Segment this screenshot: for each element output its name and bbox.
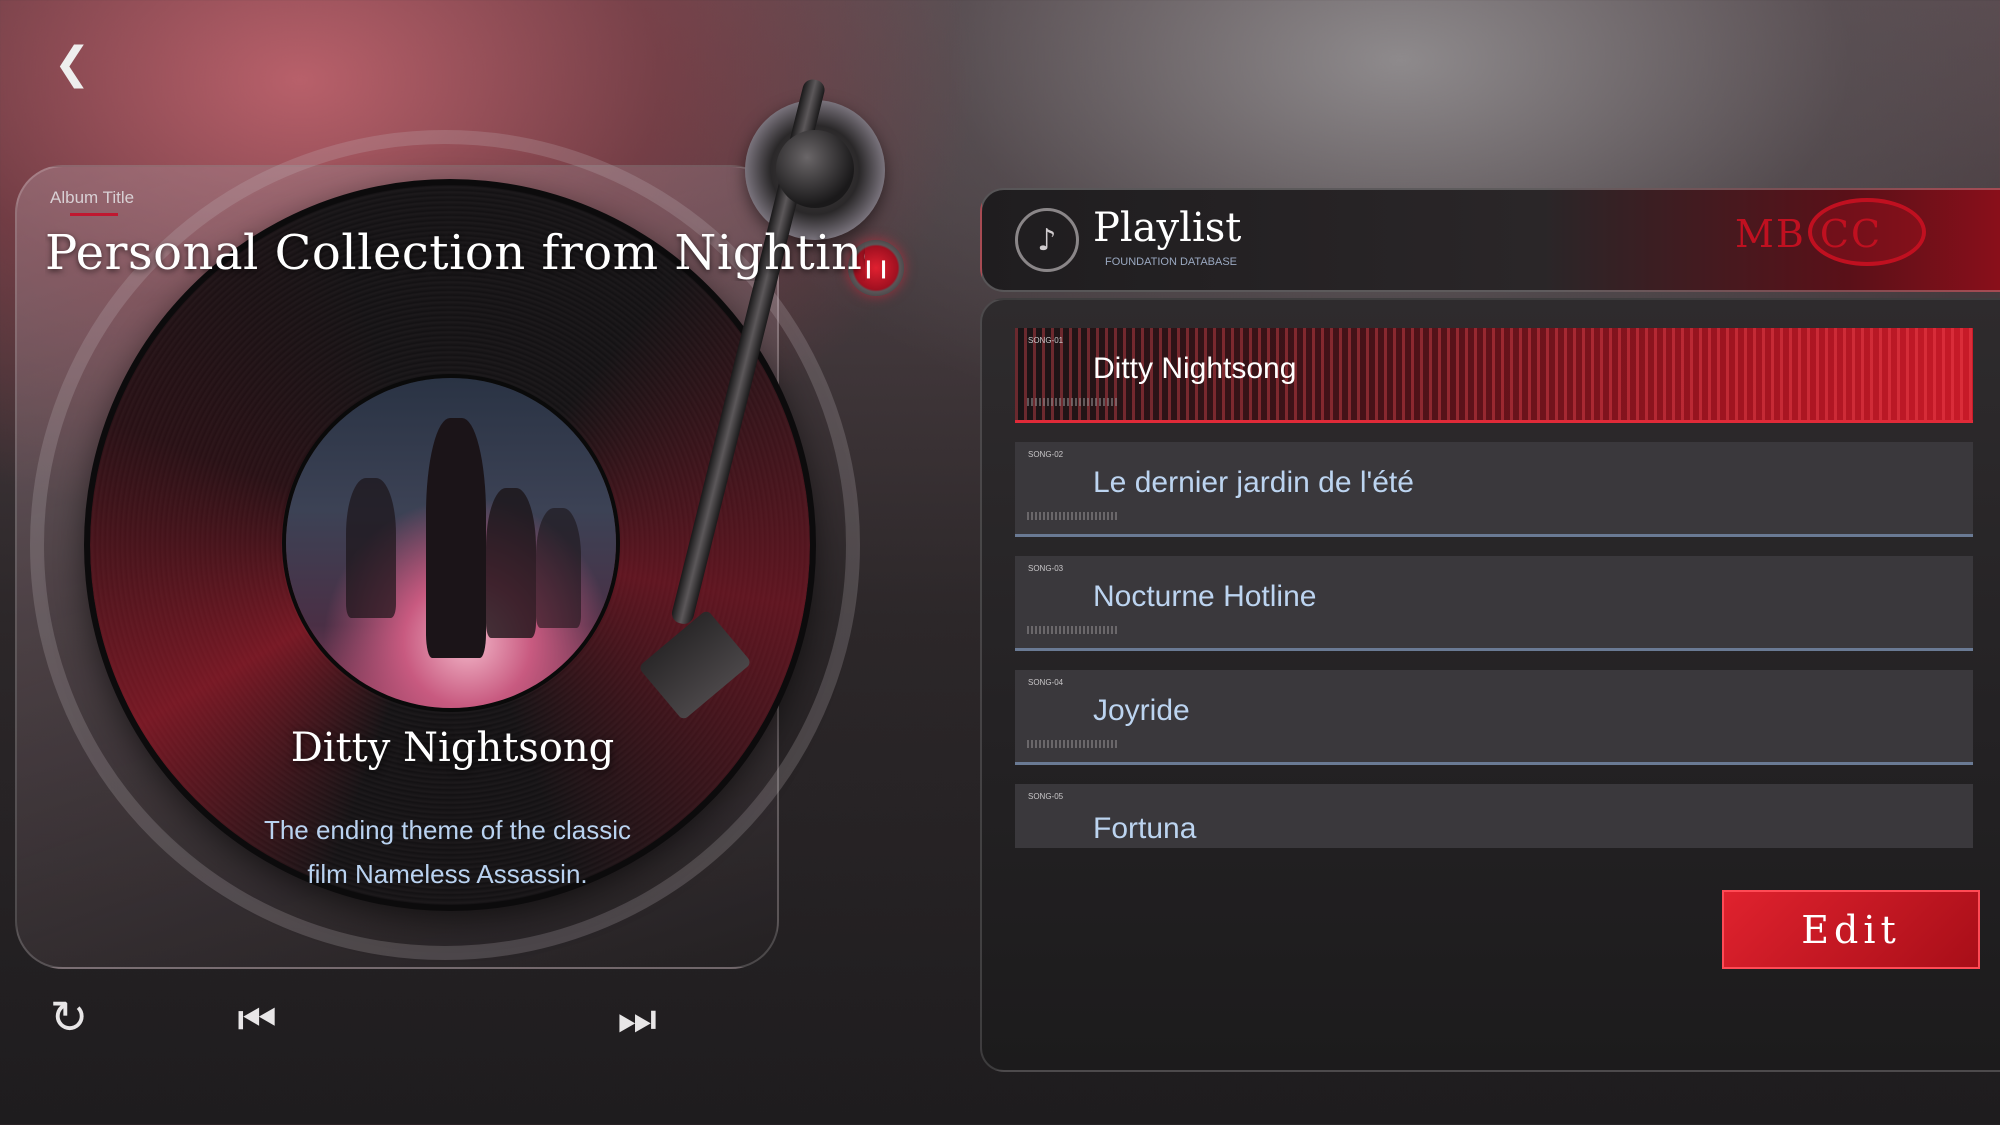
track-title: Ditty Nightsong (1093, 352, 1297, 385)
track-number: SONG-03 (1028, 564, 1064, 573)
track-decoration (1027, 512, 1117, 520)
playlist-title: Playlist (1093, 205, 1242, 251)
track-row[interactable]: SONG-04 Joyride (1015, 670, 1973, 765)
track-number: SONG-04 (1028, 678, 1064, 687)
now-playing-title: Ditty Nightsong (290, 725, 615, 771)
track-decoration (1027, 626, 1117, 634)
mbcc-logo: MB CC (1735, 212, 1883, 256)
track-number: SONG-05 (1028, 792, 1064, 801)
track-title: Fortuna (1093, 812, 1197, 845)
track-row[interactable]: SONG-05 Fortuna (1015, 784, 1973, 848)
music-note-icon: ♪ (1015, 208, 1079, 272)
track-title: Nocturne Hotline (1093, 580, 1317, 613)
now-playing-description: The ending theme of the classic film Nam… (263, 815, 632, 889)
skip-previous-icon: ⏮ (237, 993, 277, 1045)
album-label-underline (70, 213, 118, 216)
album-title: Personal Collection from Nightingale (45, 225, 865, 281)
previous-track-button[interactable]: ⏮ (225, 992, 289, 1046)
audio-wave-icon: ❙❙ (860, 257, 892, 279)
track-row[interactable]: SONG-01 Ditty Nightsong (1015, 328, 1973, 423)
track-number: SONG-02 (1028, 450, 1064, 459)
track-row[interactable]: SONG-02 Le dernier jardin de l'été (1015, 442, 1973, 537)
edit-button[interactable]: Edit (1722, 890, 1980, 969)
track-decoration (1027, 398, 1117, 406)
repeat-icon: ↻ (49, 990, 89, 1044)
track-decoration (1027, 740, 1117, 748)
playlist-subtitle: FOUNDATION DATABASE (1105, 256, 1238, 268)
track-number: SONG-01 (1028, 336, 1064, 345)
next-track-button[interactable]: ⏭ (605, 992, 669, 1046)
track-title: Joyride (1093, 694, 1190, 727)
back-button[interactable]: ❮ (52, 38, 92, 90)
skip-next-icon: ⏭ (617, 993, 657, 1045)
repeat-button[interactable]: ↻ (36, 990, 102, 1044)
album-title-label: Album Title (50, 188, 135, 207)
back-chevron-icon: ❮ (53, 38, 91, 89)
track-title: Le dernier jardin de l'été (1093, 466, 1414, 499)
album-cover-art (286, 378, 616, 708)
track-row[interactable]: SONG-03 Nocturne Hotline (1015, 556, 1973, 651)
tonearm-pivot-knob (776, 130, 854, 208)
